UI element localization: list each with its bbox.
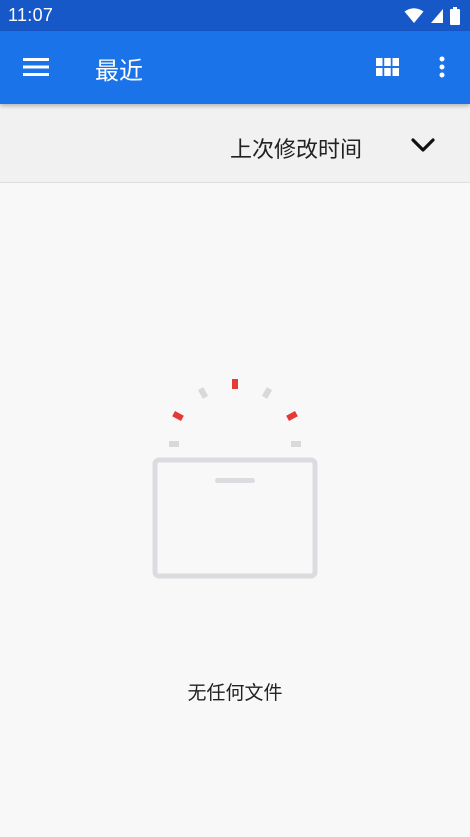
menu-button[interactable] — [14, 45, 58, 89]
file-list-area: 无任何文件 — [0, 184, 470, 837]
grid-view-button[interactable] — [365, 45, 409, 89]
empty-folder-icon — [152, 379, 318, 579]
sort-toggle-button[interactable] — [400, 122, 446, 168]
grid-view-icon — [375, 58, 399, 76]
app-bar: 最近 — [0, 31, 470, 104]
battery-icon — [450, 6, 460, 25]
sort-bar: 上次修改时间 — [0, 104, 470, 183]
status-time: 11:07 — [8, 5, 54, 25]
more-options-button[interactable] — [420, 45, 464, 89]
page-title: 最近 — [95, 57, 143, 85]
status-bar: 11:07 — [0, 0, 470, 31]
empty-state-message: 无任何文件 — [187, 682, 283, 704]
sort-label[interactable]: 上次修改时间 — [230, 132, 362, 164]
wifi-icon — [404, 7, 424, 23]
cell-signal-icon — [431, 8, 443, 23]
more-vert-icon — [439, 56, 445, 78]
status-icons — [404, 6, 460, 25]
chevron-down-icon — [411, 138, 435, 152]
menu-icon — [23, 58, 49, 76]
